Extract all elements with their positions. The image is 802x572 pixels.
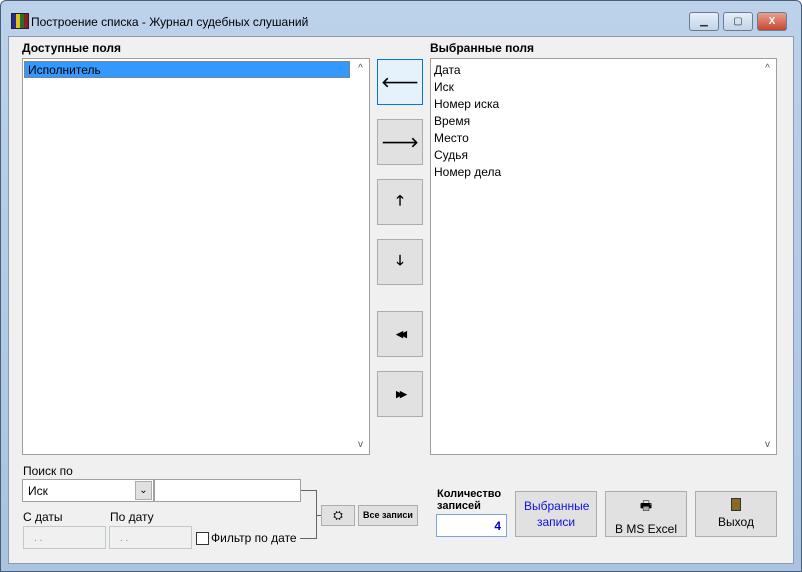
list-item[interactable]: Иск [431,79,776,96]
available-fields-list[interactable]: Исполнитель ^ v [22,58,370,455]
arrow-down-icon: 🡓 [396,252,404,268]
list-item[interactable]: Дата [431,62,776,79]
list-item[interactable]: Номер дела [431,164,776,181]
all-records-button[interactable]: Все записи [358,505,418,526]
record-count-value: 4 [436,514,507,537]
search-by-label: Поиск по [23,464,73,478]
exit-label: Выход [718,515,754,529]
list-item[interactable]: Номер иска [431,96,776,113]
maximize-button[interactable]: ▢ [723,12,753,31]
to-date-input[interactable]: . . [109,526,192,549]
arrow-up-icon: 🡑 [396,192,404,208]
move-left-button[interactable]: 🡐 [377,59,423,105]
list-item[interactable]: Время [431,113,776,130]
move-down-button[interactable]: 🡓 [377,239,423,285]
selected-records-button[interactable]: Выбранные записи [515,491,597,537]
move-all-right-button[interactable]: ▶▶ [377,371,423,417]
excel-export-button[interactable]: 🖶 В MS Excel [605,491,687,537]
double-arrow-left-icon: ◀◀ [396,328,407,339]
bracket-line [300,538,316,539]
search-field-value: Иск [28,484,48,498]
list-item[interactable]: Исполнитель [24,61,350,78]
list-item[interactable]: Место [431,130,776,147]
available-fields-label: Доступные поля [22,41,122,55]
move-right-button[interactable]: 🡒 [377,119,423,165]
move-up-button[interactable]: 🡑 [377,179,423,225]
selected-fields-list[interactable]: Дата Иск Номер иска Время Место Судья Но… [430,58,777,455]
chevron-down-icon[interactable]: ⌄ [135,481,152,500]
exit-button[interactable]: Выход [695,491,777,537]
bracket-line [301,490,316,491]
move-all-left-button[interactable]: ◀◀ [377,311,423,357]
date-filter-label: Фильтр по дате [211,531,297,545]
exit-door-icon [731,498,741,511]
app-icon [11,13,29,29]
close-button[interactable]: X [757,12,787,31]
date-filter-checkbox[interactable] [196,532,209,545]
arrow-right-icon: 🡒 [381,133,419,150]
scrollbar[interactable]: ^ v [352,59,369,454]
to-date-label: По дату [110,510,154,524]
scrollbar[interactable]: ^ v [759,59,776,454]
from-date-input[interactable]: . . [23,526,106,549]
binoculars-icon: ⛭ [333,508,343,522]
search-field-select[interactable]: Иск ⌄ [22,479,154,502]
search-input[interactable] [154,479,301,502]
printer-icon: 🖶 [639,498,653,513]
find-button[interactable]: ⛭ [321,505,355,526]
minimize-button[interactable]: ▁ [689,12,719,31]
selected-fields-label: Выбранные поля [430,41,534,55]
window-title: Построение списка - Журнал судебных слуш… [31,15,309,29]
excel-export-label: В MS Excel [614,522,677,536]
double-arrow-right-icon: ▶▶ [396,388,407,399]
from-date-label: С даты [23,510,63,524]
record-count-label: Количество записей [437,488,502,512]
arrow-left-icon: 🡐 [381,73,419,90]
list-item[interactable]: Судья [431,147,776,164]
